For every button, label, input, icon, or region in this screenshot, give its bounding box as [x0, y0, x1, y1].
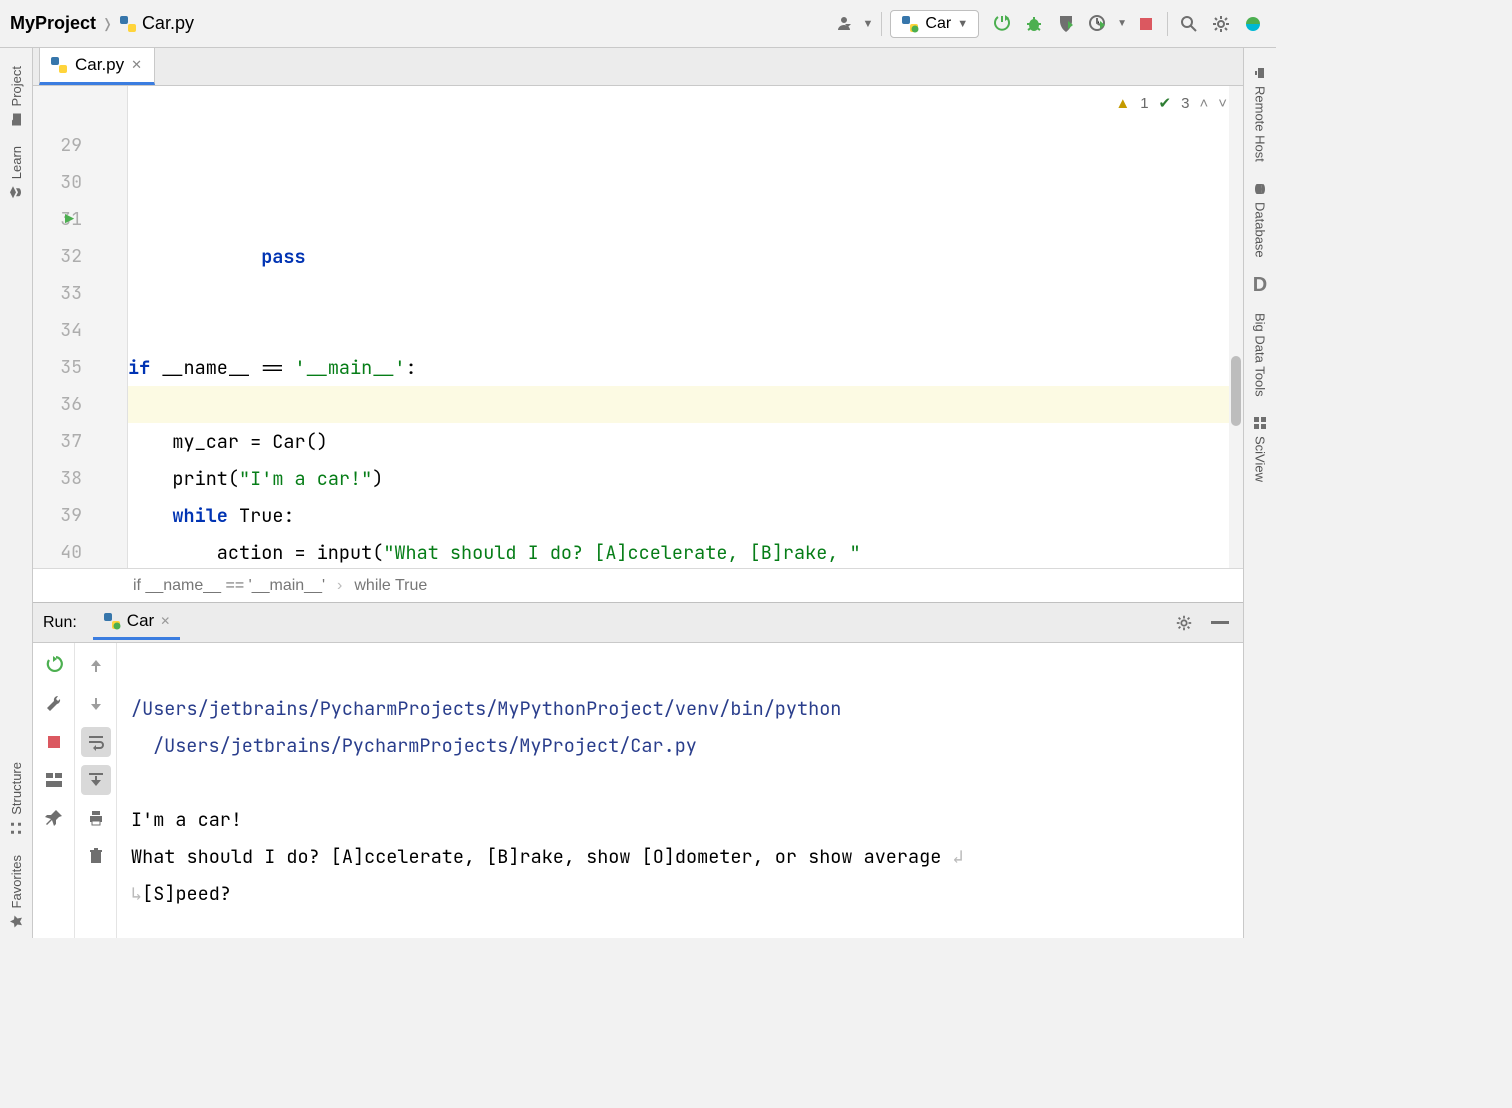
down-arrow-icon[interactable]: [81, 689, 111, 719]
left-tool-rail: Project Learn Structure Favorites: [0, 48, 33, 938]
chevron-down-icon: ▼: [957, 18, 968, 30]
close-icon[interactable]: ✕: [160, 614, 170, 628]
console-path-1: /Users/jetbrains/PycharmProjects/MyPytho…: [131, 696, 853, 721]
editor-tabs: Car.py ✕: [33, 48, 1243, 86]
profile-button[interactable]: [1085, 11, 1111, 37]
warning-icon: ▲: [1115, 95, 1130, 112]
breadcrumb-file[interactable]: Car.py: [119, 13, 194, 34]
rerun-button[interactable]: [39, 651, 69, 681]
run-header: Run: Car ✕: [33, 603, 1243, 643]
chevron-right-icon: ❭: [102, 16, 113, 32]
console-path-2: /Users/jetbrains/PycharmProjects/MyProje…: [131, 727, 1229, 764]
stop-button[interactable]: [1133, 11, 1159, 37]
code-breadcrumb[interactable]: if __name__ == '__main__' › while True: [33, 568, 1243, 602]
coverage-button[interactable]: [1053, 11, 1079, 37]
run-config-label: Car: [925, 15, 951, 33]
pin-icon[interactable]: [39, 803, 69, 833]
tool-sciview[interactable]: SciView: [1253, 406, 1268, 492]
tool-big-data[interactable]: Big Data Tools: [1253, 303, 1268, 407]
close-icon[interactable]: ✕: [131, 57, 142, 73]
tool-learn[interactable]: Learn: [9, 136, 24, 209]
jetbrains-logo-icon[interactable]: [1240, 11, 1266, 37]
tool-project[interactable]: Project: [9, 56, 24, 136]
tool-favorites[interactable]: Favorites: [9, 845, 24, 938]
chevron-up-icon[interactable]: ˄: [1199, 95, 1208, 112]
console-line-3b: [S]peed?: [142, 881, 231, 906]
check-icon: ✔: [1159, 94, 1172, 112]
console-output[interactable]: /Users/jetbrains/PycharmProjects/MyPytho…: [117, 643, 1243, 938]
search-icon[interactable]: [1176, 11, 1202, 37]
chevron-down-icon[interactable]: ▼: [1117, 18, 1127, 29]
warning-count: 1: [1140, 95, 1148, 112]
python-icon: [901, 15, 919, 33]
tool-remote-host[interactable]: Remote Host: [1253, 56, 1268, 172]
run-settings-icon[interactable]: [1171, 610, 1197, 636]
console-line-2: I'm a car!: [131, 807, 242, 832]
crumb-a[interactable]: if __name__ == '__main__': [133, 577, 325, 595]
run-tab-label: Car: [127, 611, 154, 631]
settings-icon[interactable]: [1208, 11, 1234, 37]
tab-car-py[interactable]: Car.py ✕: [39, 48, 155, 85]
tab-label: Car.py: [75, 55, 124, 75]
code-area[interactable]: pass if __name__ == '__main__': my_car =…: [128, 86, 1243, 568]
ok-count: 3: [1181, 95, 1189, 112]
soft-wrap-icon[interactable]: [81, 727, 111, 757]
hide-panel-icon[interactable]: [1207, 610, 1233, 636]
run-toolbar-right: [75, 643, 117, 938]
vcs-user-icon[interactable]: [831, 11, 857, 37]
wrench-icon[interactable]: [39, 689, 69, 719]
layout-icon[interactable]: [39, 765, 69, 795]
navigation-bar: MyProject ❭ Car.py ▼ Car ▼ ▼: [0, 0, 1276, 48]
inspections-widget[interactable]: ▲ 1 ✔ 3 ˄ ˅: [1115, 94, 1227, 112]
trash-icon[interactable]: [81, 841, 111, 871]
run-tool-window: Run: Car ✕: [33, 602, 1243, 938]
run-toolbar-left: [33, 643, 75, 938]
right-tool-rail: Remote Host Database D Big Data Tools Sc…: [1243, 48, 1276, 938]
python-icon: [103, 612, 121, 630]
chevron-down-icon[interactable]: ▼: [863, 18, 874, 30]
breadcrumb-project[interactable]: MyProject: [10, 13, 96, 34]
tool-big-d[interactable]: D: [1253, 268, 1267, 303]
run-button[interactable]: [989, 11, 1015, 37]
run-gutter-icon[interactable]: ▶: [65, 201, 74, 238]
python-file-icon: [50, 56, 68, 74]
breadcrumb-file-label: Car.py: [142, 13, 194, 34]
up-arrow-icon[interactable]: [81, 651, 111, 681]
tool-structure[interactable]: Structure: [9, 752, 24, 845]
python-file-icon: [119, 15, 137, 33]
chevron-right-icon: ›: [337, 577, 342, 595]
console-line-3: What should I do? [A]ccelerate, [B]rake,…: [131, 844, 952, 869]
tool-database[interactable]: Database: [1253, 172, 1268, 268]
breadcrumb: MyProject ❭ Car.py: [10, 13, 194, 34]
gutter: 29 30 31▶ 32 33 34 35 36 37 38 39 40: [33, 86, 128, 568]
chevron-down-icon[interactable]: ˅: [1218, 95, 1227, 112]
run-label: Run:: [43, 614, 77, 632]
crumb-b[interactable]: while True: [354, 577, 427, 595]
editor[interactable]: ▲ 1 ✔ 3 ˄ ˅ 29 30 31▶ 32 33 34 35 36 37 …: [33, 86, 1243, 568]
run-configuration-selector[interactable]: Car ▼: [890, 10, 979, 38]
scroll-to-end-icon[interactable]: [81, 765, 111, 795]
stop-button[interactable]: [39, 727, 69, 757]
print-icon[interactable]: [81, 803, 111, 833]
run-tab-car[interactable]: Car ✕: [93, 605, 180, 640]
debug-button[interactable]: [1021, 11, 1047, 37]
